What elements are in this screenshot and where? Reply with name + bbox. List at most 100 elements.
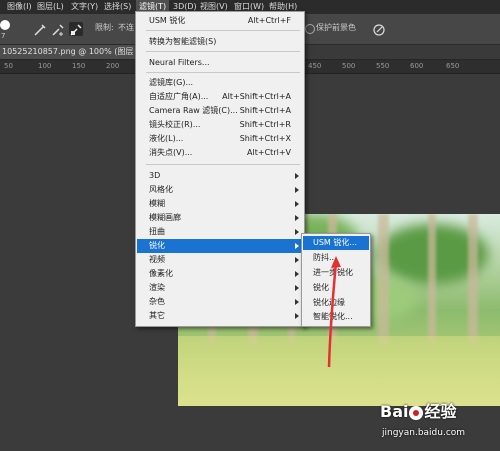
menu-item-shortcut: Shift+Ctrl+R <box>239 120 291 129</box>
submenu-arrow-icon <box>295 187 299 193</box>
submenu-item-usm-sharpen[interactable]: USM 锐化... <box>303 236 369 250</box>
menu-item-shortcut: Alt+Shift+Ctrl+A <box>222 92 291 101</box>
menu-item-shortcut: Shift+Ctrl+X <box>239 134 291 143</box>
menu-item-label: 模糊 <box>149 199 165 208</box>
grass-foreground <box>178 336 500 406</box>
menu-item-filter-gallery[interactable]: 滤镜库(G)... <box>137 76 303 90</box>
menu-item-render[interactable]: 渲染 <box>137 281 303 295</box>
limit-label: 限制: <box>95 23 114 32</box>
tree-trunk <box>428 214 436 346</box>
ruler-tick-label: 600 <box>410 62 424 70</box>
menu-item-label: 渲染 <box>149 283 165 292</box>
submenu-arrow-icon <box>295 215 299 221</box>
submenu-item-smart-sharpen[interactable]: 智能锐化... <box>303 310 369 324</box>
ruler-tick-label: 450 <box>308 62 322 70</box>
ruler-tick-label: 100 <box>38 62 52 70</box>
menu-item-shortcut: Alt+Ctrl+F <box>247 16 291 25</box>
brush-size[interactable]: 7 <box>1 32 5 40</box>
filter-menu: USM 锐化 Alt+Ctrl+F 转换为智能滤镜(S) Neural Filt… <box>135 11 305 327</box>
submenu-item-shake-reduction[interactable]: 防抖... <box>303 251 369 265</box>
menu-item-sharpen[interactable]: 锐化 <box>137 239 303 253</box>
menu-item-label: 风格化 <box>149 185 173 194</box>
ruler-tick-label: 200 <box>106 62 120 70</box>
menu-separator <box>146 51 300 52</box>
menu-separator <box>146 72 300 73</box>
submenu-arrow-icon <box>295 257 299 263</box>
submenu-arrow-icon <box>295 243 299 249</box>
menu-item-usm-sharpen-last[interactable]: USM 锐化 Alt+Ctrl+F <box>137 14 303 28</box>
menu-item-neural-filters[interactable]: Neural Filters... <box>137 56 303 70</box>
eyedropper-icon[interactable] <box>33 22 47 36</box>
document-tab[interactable]: 10525210857.png @ 100% (图层 1, R <box>0 45 136 59</box>
menu-item-label: 杂色 <box>149 297 165 306</box>
menu-item-shortcut: Shift+Ctrl+A <box>239 106 291 115</box>
brush-pressure-icon[interactable] <box>372 22 386 36</box>
submenu-arrow-icon <box>295 299 299 305</box>
menu-item-label: USM 锐化 <box>149 16 186 25</box>
submenu-arrow-icon <box>295 313 299 319</box>
ruler-tick-label: 150 <box>72 62 86 70</box>
ruler-tick-label: 650 <box>446 62 460 70</box>
menu-item-camera-raw[interactable]: Camera Raw 滤镜(C)... Shift+Ctrl+A <box>137 104 303 118</box>
menu-item-shortcut: Alt+Ctrl+V <box>247 148 291 157</box>
menu-item-label: 3D <box>149 171 161 180</box>
menu-layer[interactable]: 图层(L) <box>34 0 67 14</box>
menu-item-convert-smart-filter[interactable]: 转换为智能滤镜(S) <box>137 35 303 49</box>
submenu-item-sharpen-more[interactable]: 进一步锐化 <box>303 266 369 280</box>
menu-item-3d[interactable]: 3D <box>137 169 303 183</box>
baidu-paw-icon <box>409 405 424 420</box>
menu-item-label: 自适应广角(A)... <box>149 92 209 101</box>
submenu-arrow-icon <box>295 173 299 179</box>
menu-item-liquify[interactable]: 液化(L)... Shift+Ctrl+X <box>137 132 303 146</box>
watermark-logo-right: 经验 <box>424 402 457 421</box>
submenu-arrow-icon <box>295 201 299 207</box>
menu-item-label: Neural Filters... <box>149 58 210 67</box>
menu-item-label: 锐化 <box>149 241 165 250</box>
brush-preview-icon[interactable] <box>0 20 10 30</box>
ruler-tick-label: 50 <box>4 62 13 70</box>
menu-item-vanishing-point[interactable]: 消失点(V)... Alt+Ctrl+V <box>137 146 303 160</box>
submenu-item-label: 进一步锐化 <box>313 268 353 277</box>
submenu-item-sharpen-edges[interactable]: 锐化边缘 <box>303 296 369 310</box>
menu-select[interactable]: 选择(S) <box>101 0 134 14</box>
menu-item-label: 像素化 <box>149 269 173 278</box>
menu-separator <box>146 164 300 165</box>
submenu-arrow-icon <box>295 271 299 277</box>
menu-item-blur[interactable]: 模糊 <box>137 197 303 211</box>
eyedropper-plus-icon[interactable] <box>51 22 65 36</box>
submenu-item-label: 智能锐化... <box>313 312 353 321</box>
submenu-item-label: 防抖... <box>313 253 337 262</box>
menu-item-label: 扭曲 <box>149 227 165 236</box>
watermark-url: jingyan.baidu.com <box>382 428 466 438</box>
eyedropper-minus-icon[interactable] <box>69 22 83 36</box>
tree-trunk <box>378 214 389 346</box>
ruler-tick-label: 500 <box>342 62 356 70</box>
menu-item-pixelate[interactable]: 像素化 <box>137 267 303 281</box>
ruler-tick-label: 550 <box>376 62 390 70</box>
menu-image[interactable]: 图像(I) <box>4 0 35 14</box>
protect-foreground-checkbox[interactable] <box>305 24 315 34</box>
menu-item-other[interactable]: 其它 <box>137 309 303 323</box>
menu-item-label: 滤镜库(G)... <box>149 78 194 87</box>
menu-separator <box>146 30 300 31</box>
menu-item-video[interactable]: 视频 <box>137 253 303 267</box>
menu-item-label: 转换为智能滤镜(S) <box>149 37 217 46</box>
menu-type[interactable]: 文字(Y) <box>68 0 101 14</box>
menu-item-adaptive-wide-angle[interactable]: 自适应广角(A)... Alt+Shift+Ctrl+A <box>137 90 303 104</box>
submenu-arrow-icon <box>295 285 299 291</box>
menu-item-stylize[interactable]: 风格化 <box>137 183 303 197</box>
menu-item-noise[interactable]: 杂色 <box>137 295 303 309</box>
menu-item-label: 模糊画廊 <box>149 213 181 222</box>
watermark-logo-left: Bai <box>380 402 409 421</box>
menu-item-label: 镜头校正(R)... <box>149 120 201 129</box>
limit-dropdown[interactable]: 不连 <box>118 22 134 33</box>
submenu-item-sharpen[interactable]: 锐化 <box>303 281 369 295</box>
menu-item-lens-correction[interactable]: 镜头校正(R)... Shift+Ctrl+R <box>137 118 303 132</box>
menu-item-blur-gallery[interactable]: 模糊画廊 <box>137 211 303 225</box>
menu-item-label: 其它 <box>149 311 165 320</box>
submenu-item-label: 锐化边缘 <box>313 298 345 307</box>
protect-foreground-label: 保护前景色 <box>316 23 356 32</box>
tree-trunk <box>468 214 478 346</box>
baidu-jingyan-watermark: Bai 经验 jingyan.baidu.com <box>380 398 498 448</box>
menu-item-distort[interactable]: 扭曲 <box>137 225 303 239</box>
